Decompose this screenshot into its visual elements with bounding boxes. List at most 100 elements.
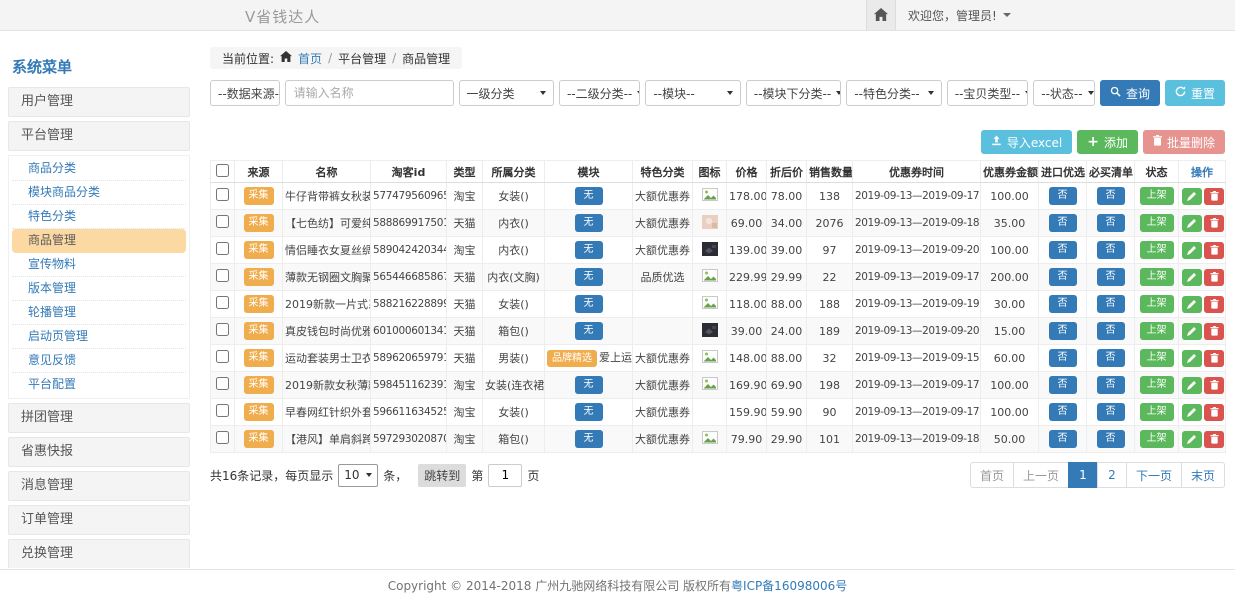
sidebar-item-after-3[interactable]: 订单管理	[8, 505, 190, 535]
edit-button[interactable]	[1182, 323, 1202, 340]
delete-button[interactable]	[1204, 350, 1224, 367]
edit-button[interactable]	[1182, 431, 1202, 448]
sidebar-item-0[interactable]: 用户管理	[8, 87, 190, 117]
delete-button[interactable]	[1204, 188, 1224, 205]
edit-button[interactable]	[1182, 296, 1202, 313]
sidebar-item-after-2[interactable]: 消息管理	[8, 471, 190, 501]
must-buy-badge[interactable]: 否	[1097, 376, 1125, 394]
delete-button[interactable]	[1204, 377, 1224, 394]
row-checkbox[interactable]	[216, 269, 229, 282]
row-checkbox[interactable]	[216, 296, 229, 309]
row-checkbox[interactable]	[216, 323, 229, 336]
import-select-badge[interactable]: 否	[1049, 322, 1077, 340]
sidebar-item-after-0[interactable]: 拼团管理	[8, 403, 190, 433]
home-button[interactable]	[866, 0, 896, 30]
status-badge[interactable]: 上架	[1140, 403, 1174, 421]
data-source-select[interactable]: --数据来源--	[210, 80, 280, 106]
row-checkbox[interactable]	[216, 242, 229, 255]
sidebar-subitem-4[interactable]: 宣传物料	[12, 253, 186, 277]
import-select-badge[interactable]: 否	[1049, 268, 1077, 286]
must-buy-badge[interactable]: 否	[1097, 430, 1125, 448]
feature-category-select[interactable]: --特色分类--	[846, 80, 941, 106]
breadcrumb-home-link[interactable]: 首页	[298, 50, 322, 67]
sidebar-item-after-4[interactable]: 兑换管理	[8, 539, 190, 568]
search-button[interactable]: 查询	[1100, 80, 1160, 106]
edit-button[interactable]	[1182, 188, 1202, 205]
must-buy-badge[interactable]: 否	[1097, 268, 1125, 286]
must-buy-badge[interactable]: 否	[1097, 187, 1125, 205]
edit-button[interactable]	[1182, 350, 1202, 367]
must-buy-badge[interactable]: 否	[1097, 241, 1125, 259]
status-badge[interactable]: 上架	[1140, 376, 1174, 394]
sidebar-subitem-5[interactable]: 版本管理	[12, 277, 186, 301]
edit-button[interactable]	[1182, 269, 1202, 286]
must-buy-badge[interactable]: 否	[1097, 349, 1125, 367]
pager-button-3[interactable]: 2	[1097, 462, 1127, 488]
must-buy-badge[interactable]: 否	[1097, 403, 1125, 421]
must-buy-badge[interactable]: 否	[1097, 214, 1125, 232]
sidebar-subitem-8[interactable]: 意见反馈	[12, 349, 186, 373]
row-checkbox[interactable]	[216, 431, 229, 444]
import-select-badge[interactable]: 否	[1049, 295, 1077, 313]
select-all-checkbox[interactable]	[216, 164, 229, 177]
edit-button[interactable]	[1182, 404, 1202, 421]
import-select-badge[interactable]: 否	[1049, 349, 1077, 367]
add-button[interactable]: + 添加	[1077, 130, 1138, 154]
status-badge[interactable]: 上架	[1140, 241, 1174, 259]
level2-category-select[interactable]: --二级分类--	[559, 80, 641, 106]
module-select[interactable]: --模块--	[645, 80, 740, 106]
import-select-badge[interactable]: 否	[1049, 430, 1077, 448]
delete-button[interactable]	[1204, 323, 1224, 340]
row-checkbox[interactable]	[216, 377, 229, 390]
edit-button[interactable]	[1182, 215, 1202, 232]
reset-button[interactable]: 重置	[1165, 80, 1225, 106]
sidebar-subitem-1[interactable]: 模块商品分类	[12, 181, 186, 205]
import-select-badge[interactable]: 否	[1049, 403, 1077, 421]
status-badge[interactable]: 上架	[1140, 349, 1174, 367]
row-checkbox[interactable]	[216, 350, 229, 363]
delete-button[interactable]	[1204, 215, 1224, 232]
status-badge[interactable]: 上架	[1140, 430, 1174, 448]
sidebar-subitem-0[interactable]: 商品分类	[12, 157, 186, 181]
edit-button[interactable]	[1182, 242, 1202, 259]
delete-button[interactable]	[1204, 431, 1224, 448]
import-select-badge[interactable]: 否	[1049, 214, 1077, 232]
sidebar-subitem-3[interactable]: 商品管理	[12, 229, 186, 253]
import-excel-button[interactable]: 导入excel	[981, 130, 1072, 154]
status-select[interactable]: --状态--	[1033, 80, 1095, 106]
row-checkbox[interactable]	[216, 215, 229, 228]
sidebar-item-1[interactable]: 平台管理	[8, 121, 190, 151]
sidebar-subitem-7[interactable]: 启动页管理	[12, 325, 186, 349]
icp-link[interactable]: 粤ICP备16098006号	[731, 577, 847, 594]
level1-category-select[interactable]: 一级分类	[459, 80, 554, 106]
edit-button[interactable]	[1182, 377, 1202, 394]
name-search-input[interactable]	[285, 80, 454, 106]
import-select-badge[interactable]: 否	[1049, 241, 1077, 259]
jump-button[interactable]: 跳转到	[418, 464, 466, 487]
import-select-badge[interactable]: 否	[1049, 187, 1077, 205]
pager-button-5[interactable]: 末页	[1181, 462, 1225, 488]
page-number-input[interactable]	[488, 464, 522, 487]
sidebar-subitem-6[interactable]: 轮播管理	[12, 301, 186, 325]
status-badge[interactable]: 上架	[1140, 187, 1174, 205]
module-subcategory-select[interactable]: --模块下分类--	[746, 80, 841, 106]
pager-button-2[interactable]: 1	[1068, 462, 1098, 488]
row-checkbox[interactable]	[216, 188, 229, 201]
per-page-select[interactable]: 10	[338, 464, 378, 487]
sidebar-item-after-1[interactable]: 省惠快报	[8, 437, 190, 467]
pager-button-1[interactable]: 上一页	[1013, 462, 1069, 488]
must-buy-badge[interactable]: 否	[1097, 295, 1125, 313]
pager-button-0[interactable]: 首页	[970, 462, 1014, 488]
delete-button[interactable]	[1204, 242, 1224, 259]
status-badge[interactable]: 上架	[1140, 214, 1174, 232]
import-select-badge[interactable]: 否	[1049, 376, 1077, 394]
pager-button-4[interactable]: 下一页	[1126, 462, 1182, 488]
must-buy-badge[interactable]: 否	[1097, 322, 1125, 340]
status-badge[interactable]: 上架	[1140, 322, 1174, 340]
sidebar-subitem-2[interactable]: 特色分类	[12, 205, 186, 229]
sidebar-subitem-9[interactable]: 平台配置	[12, 373, 186, 397]
user-menu[interactable]: 欢迎您，管理员!	[908, 0, 1011, 30]
item-type-select[interactable]: --宝贝类型--	[947, 80, 1029, 106]
row-checkbox[interactable]	[216, 404, 229, 417]
status-badge[interactable]: 上架	[1140, 295, 1174, 313]
